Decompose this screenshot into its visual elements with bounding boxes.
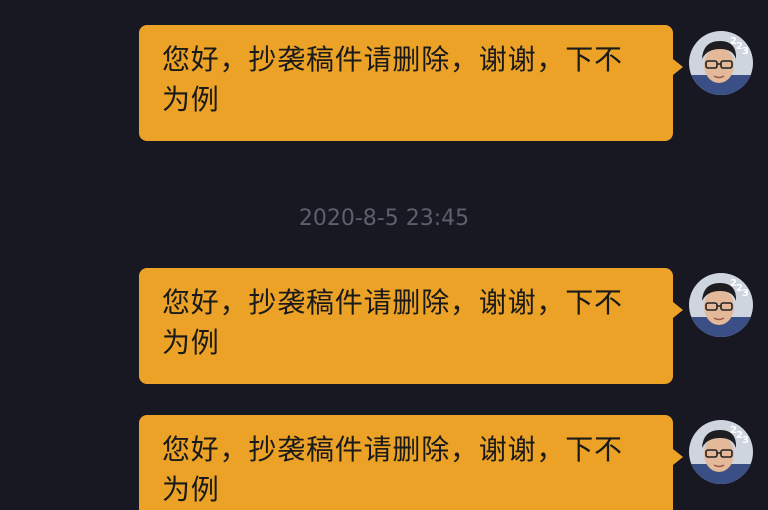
message-bubble[interactable]: 您好，抄袭稿件请删除，谢谢，下不为例: [139, 25, 683, 141]
chat-screen: 您好，抄袭稿件请删除，谢谢，下不为例 2 2 3 2020-8-5 23:45 …: [0, 0, 768, 510]
user-avatar-icon[interactable]: 2 2 3: [689, 31, 753, 95]
message-timestamp: 2020-8-5 23:45: [298, 206, 470, 231]
svg-text:3: 3: [742, 46, 749, 57]
svg-text:3: 3: [742, 435, 749, 446]
message-bubble[interactable]: 您好，抄袭稿件请删除，谢谢，下不为例: [139, 415, 683, 510]
user-avatar-icon[interactable]: 2 2 3: [689, 420, 753, 484]
user-avatar-icon[interactable]: 2 2 3: [689, 273, 753, 337]
message-bubble[interactable]: 您好，抄袭稿件请删除，谢谢，下不为例: [139, 268, 683, 384]
svg-text:3: 3: [742, 288, 749, 299]
